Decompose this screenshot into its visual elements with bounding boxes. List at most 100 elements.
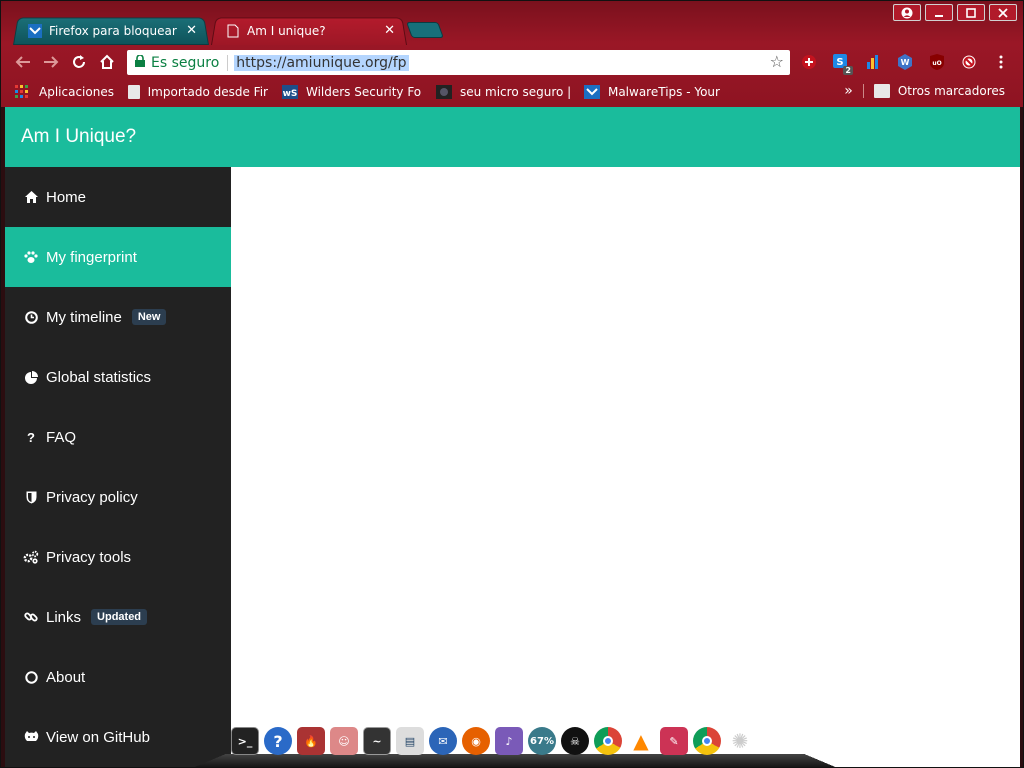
svg-text:uO: uO — [932, 60, 941, 67]
bookmarks-right: » Otros marcadores — [844, 83, 1005, 99]
sidebar: Home My fingerprint My timeline New Glob… — [5, 167, 231, 767]
sidebar-item-label: Global statistics — [46, 368, 152, 386]
bookmark-label: Aplicaciones — [39, 85, 114, 99]
tab-amiunique[interactable]: Am I unique? ✕ — [211, 16, 407, 45]
bookmark-star-icon[interactable]: ☆ — [770, 52, 784, 71]
lock-icon — [135, 54, 145, 70]
web-page: Am I Unique? Home My fingerprint My time… — [5, 107, 1020, 767]
secure-label: Es seguro — [151, 54, 220, 71]
pie-chart-icon — [23, 370, 39, 384]
chrome-icon[interactable] — [693, 727, 721, 755]
terminal-icon[interactable]: >_ — [231, 727, 259, 755]
menu-icon[interactable] — [989, 51, 1013, 73]
block-ext-icon[interactable] — [957, 51, 981, 73]
cpu-icon[interactable]: 67% — [528, 727, 556, 755]
url-text[interactable]: https://amiunique.org/fp — [234, 54, 409, 71]
sidebar-item-label: Privacy policy — [46, 488, 138, 506]
sidebar-item-about[interactable]: About — [5, 647, 231, 707]
settings-icon[interactable]: ✺ — [726, 727, 754, 755]
github-icon — [23, 730, 39, 744]
gears-icon — [23, 550, 39, 564]
maximize-icon[interactable] — [957, 4, 985, 21]
thunderbird-icon[interactable]: ✉ — [429, 727, 457, 755]
paw-icon — [23, 250, 39, 264]
s-ext-icon[interactable]: S 2 — [829, 51, 853, 75]
ublock-ext-icon[interactable]: uO — [925, 51, 949, 73]
sidebar-item-label: Privacy tools — [46, 548, 132, 566]
bookmark-wilders[interactable]: wS Wilders Security For — [281, 85, 422, 99]
svg-text:W: W — [901, 58, 910, 67]
w-ext-icon[interactable]: W — [893, 51, 917, 73]
address-bar[interactable]: Es seguro https://amiunique.org/fp ☆ — [127, 50, 790, 75]
help-icon[interactable]: ? — [264, 727, 292, 755]
cpu-label: 67% — [530, 735, 554, 747]
browser-chrome: Firefox para bloquear la ✕ Am I unique? … — [1, 1, 1023, 107]
files-icon[interactable]: ▤ — [396, 727, 424, 755]
firefox-icon[interactable]: ◉ — [462, 727, 490, 755]
sidebar-item-label: My timeline — [46, 308, 122, 326]
hacker-icon[interactable]: ☠ — [561, 727, 589, 755]
shield-icon — [23, 491, 39, 504]
malwaretips-icon — [583, 85, 600, 99]
svg-text:wS: wS — [283, 89, 298, 99]
sidebar-item-links[interactable]: Links Updated — [5, 587, 231, 647]
bookmark-label: seu micro seguro | — [459, 85, 570, 99]
browser-toolbar: Es seguro https://amiunique.org/fp ☆ S 2… — [1, 45, 1023, 79]
profile-icon[interactable] — [893, 4, 921, 21]
bookmarks-overflow-icon[interactable]: » — [844, 83, 853, 99]
bookmark-seumicro[interactable]: seu micro seguro | — [435, 85, 570, 99]
dock: >_ ? 🔥 ☺ ~ ▤ ✉ ◉ ♪ 67% ☠ ▲ ✎ ✺ — [190, 727, 840, 767]
window-controls — [893, 4, 1017, 21]
folder-icon — [873, 84, 890, 98]
wilders-icon: wS — [281, 85, 298, 99]
plus-ext-icon[interactable] — [797, 51, 821, 73]
sidebar-item-faq[interactable]: ? FAQ — [5, 407, 231, 467]
tab-title: Am I unique? — [247, 23, 326, 38]
vlc-icon[interactable]: ▲ — [627, 727, 655, 755]
close-icon[interactable] — [989, 4, 1017, 21]
new-tab-button[interactable] — [406, 22, 444, 38]
sidebar-item-privacy-tools[interactable]: Privacy tools — [5, 527, 231, 587]
editor-icon[interactable]: ✎ — [660, 727, 688, 755]
sidebar-item-label: Links — [46, 608, 82, 626]
sidebar-item-view-on-github[interactable]: View on GitHub — [5, 707, 231, 767]
chrome-icon[interactable] — [594, 727, 622, 755]
apps-grid-icon — [15, 85, 31, 99]
extension-badge: 2 — [843, 66, 853, 75]
bookmark-imported[interactable]: Importado desde Fir — [127, 85, 268, 99]
fire-icon[interactable]: 🔥 — [297, 727, 325, 755]
bookmark-malwaretips[interactable]: MalwareTips - Your — [583, 85, 724, 99]
user-icon[interactable]: ☺ — [330, 727, 358, 755]
home-browser-icon[interactable] — [93, 48, 121, 76]
extensions-bar: S 2 W uO — [797, 51, 1013, 75]
sidebar-item-label: FAQ — [46, 428, 77, 446]
forward-icon[interactable] — [37, 48, 65, 76]
main-content — [231, 167, 1020, 767]
circle-icon — [23, 670, 39, 684]
sidebar-item-my-timeline[interactable]: My timeline New — [5, 287, 231, 347]
site-brand[interactable]: Am I Unique? — [21, 126, 136, 148]
sidebar-item-my-fingerprint[interactable]: My fingerprint — [5, 227, 231, 287]
site-header: Am I Unique? — [5, 107, 1020, 167]
question-icon: ? — [27, 429, 35, 445]
chart-ext-icon[interactable] — [861, 51, 885, 73]
tab-close-icon[interactable]: ✕ — [186, 23, 197, 38]
other-bookmarks[interactable]: Otros marcadores — [873, 84, 1005, 98]
bookmark-label: MalwareTips - Your — [607, 85, 720, 99]
sidebar-item-privacy-policy[interactable]: Privacy policy — [5, 467, 231, 527]
back-icon[interactable] — [9, 48, 37, 76]
bookmark-label: Importado desde Fir — [147, 85, 268, 99]
link-icon — [23, 610, 39, 624]
tab-title: Firefox para bloquear la — [49, 23, 179, 38]
sidebar-item-global-statistics[interactable]: Global statistics — [5, 347, 231, 407]
new-badge: New — [131, 309, 167, 325]
other-bookmarks-label: Otros marcadores — [897, 84, 1005, 98]
tab-close-icon[interactable]: ✕ — [384, 23, 395, 38]
minimize-icon[interactable] — [925, 4, 953, 21]
tab-malwaretips[interactable]: Firefox para bloquear la ✕ — [13, 16, 209, 45]
reload-icon[interactable] — [65, 48, 93, 76]
bookmark-apps[interactable]: Aplicaciones — [15, 85, 114, 99]
pidgin-icon[interactable]: ♪ — [495, 727, 523, 755]
monitor-icon[interactable]: ~ — [363, 727, 391, 755]
sidebar-item-home[interactable]: Home — [5, 167, 231, 227]
